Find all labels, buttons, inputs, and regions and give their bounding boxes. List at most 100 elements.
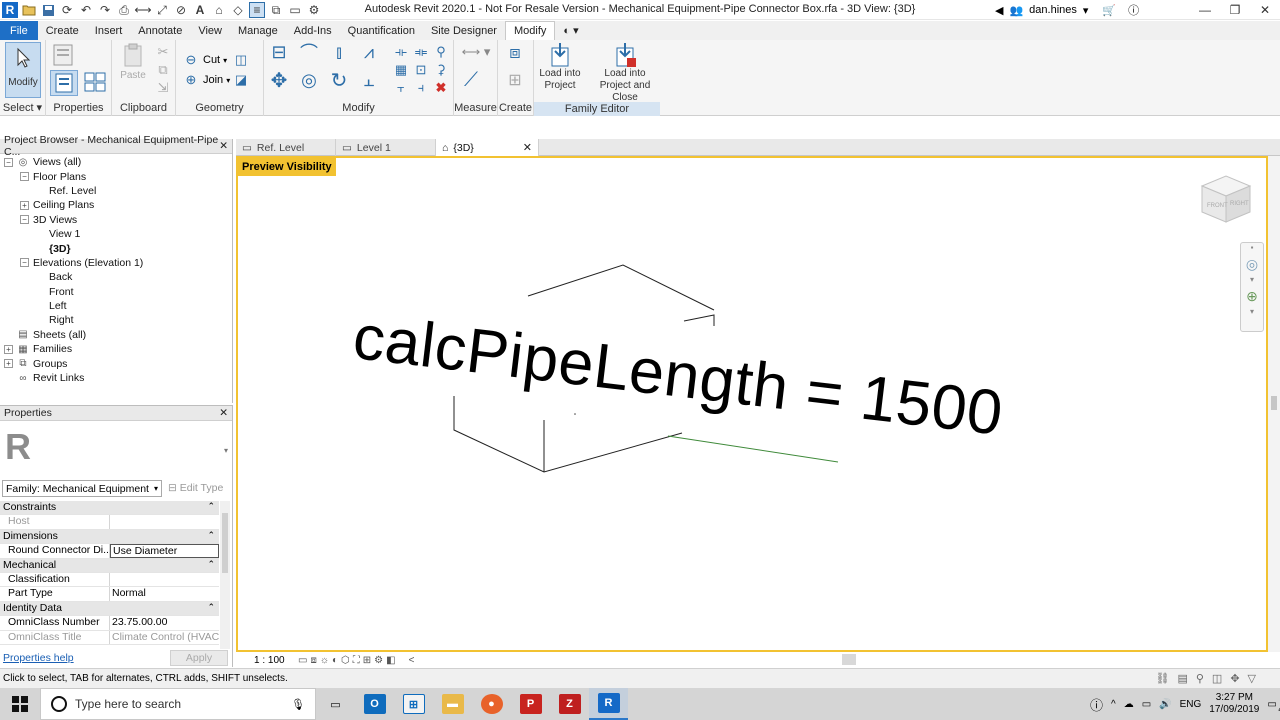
steering-wheel-icon[interactable]: ◎	[1241, 253, 1263, 275]
tab-manage[interactable]: Manage	[230, 21, 286, 40]
property-value[interactable]	[110, 515, 219, 528]
collapse-icon[interactable]: −	[20, 215, 29, 225]
measure-qat-icon[interactable]: ⟷	[134, 2, 151, 18]
view-vertical-scrollbar[interactable]	[1268, 156, 1280, 652]
zoom-region-icon[interactable]: ⊕	[1241, 285, 1263, 307]
drag-elements-icon[interactable]: ✥	[1230, 672, 1239, 685]
property-group-header[interactable]: Constraints ⌃	[0, 501, 219, 516]
store-app-icon[interactable]: ⊞	[394, 688, 433, 720]
tab-file[interactable]: File	[0, 21, 38, 40]
trim-extend-icon[interactable]: ⫠	[360, 70, 378, 90]
collapse-group-icon[interactable]: ⌃	[207, 501, 219, 514]
move-icon[interactable]: ✥	[270, 70, 288, 92]
create-similar-icon[interactable]: ⧈	[506, 42, 524, 62]
paste-button[interactable]: Paste	[118, 42, 148, 82]
close-icon[interactable]: ✕	[219, 140, 228, 152]
properties-scrollbar[interactable]	[220, 501, 230, 649]
help-icon[interactable]: ⓘ	[1090, 695, 1103, 714]
tab-view[interactable]: View	[190, 21, 230, 40]
create-group-icon[interactable]: ⊞	[506, 72, 524, 89]
tab-create[interactable]: Create	[38, 21, 87, 40]
join-geometry-button[interactable]: ⊕ Join ▾	[182, 72, 231, 88]
select-links-icon[interactable]: ⛓	[1155, 672, 1169, 685]
file-explorer-app-icon[interactable]: ▬	[433, 688, 472, 720]
help-icon[interactable]: ⓘ	[1128, 2, 1139, 18]
switch-windows-icon[interactable]: ▭	[287, 2, 303, 18]
cut-geometry-button[interactable]: ⊖ Cut ▾	[182, 52, 228, 68]
tree-node[interactable]: Right	[0, 313, 232, 327]
taskbar-search-input[interactable]: Type here to search 🎙	[40, 688, 316, 720]
settings-icon[interactable]: ⚙	[306, 2, 322, 18]
scrollbar-thumb[interactable]	[1271, 396, 1277, 410]
select-by-face-icon[interactable]: ◫	[1212, 672, 1222, 685]
tree-node[interactable]: Left	[0, 299, 232, 313]
clock[interactable]: 3:27 PM 17/09/2019	[1209, 692, 1259, 716]
property-group-header[interactable]: Identity Data ⌃	[0, 601, 219, 617]
expand-icon[interactable]: +	[4, 344, 13, 354]
property-row[interactable]: Host	[0, 515, 219, 530]
collapse-icon[interactable]: −	[4, 157, 13, 167]
visual-style-icon[interactable]: ⧈	[310, 655, 316, 666]
tab-site-designer[interactable]: Site Designer	[423, 21, 505, 40]
chevron-down-icon[interactable]: ▾	[1241, 275, 1263, 285]
section-qat-icon[interactable]: ◇	[230, 2, 246, 18]
sync-icon[interactable]: ⟳	[59, 2, 75, 18]
tree-node[interactable]: Back	[0, 270, 232, 284]
properties-help-link[interactable]: Properties help	[3, 652, 74, 664]
cut-scissors-icon[interactable]: ✂	[154, 44, 172, 60]
network-icon[interactable]: ▭	[1142, 699, 1151, 710]
chevron-down-icon[interactable]: ▾	[1083, 4, 1089, 17]
pdf-app-icon[interactable]: P	[511, 688, 550, 720]
property-row[interactable]: OmniClass Title Climate Control (HVAC)	[0, 630, 219, 645]
collapse-icon[interactable]: −	[20, 258, 29, 268]
view-scale[interactable]: 1 : 100	[254, 655, 298, 666]
detail-level-icon[interactable]: ▭	[298, 655, 307, 666]
minimize-icon[interactable]: —	[1190, 0, 1220, 20]
tree-node[interactable]: ∞ Revit Links	[0, 371, 232, 385]
rotate-icon[interactable]: ↻	[330, 70, 348, 92]
tab-insert[interactable]: Insert	[87, 21, 131, 40]
type-selector-preview[interactable]: R ▾	[3, 424, 228, 482]
dimension-qat-icon[interactable]: ⤢	[154, 2, 170, 18]
property-value[interactable]: 23.75.00.00	[110, 616, 219, 629]
split-gap-icon[interactable]: ⟚	[412, 44, 430, 60]
mirror-draw-icon[interactable]: ⩘	[360, 42, 378, 62]
close-icon[interactable]: ✕	[1250, 0, 1280, 20]
revit-app-icon[interactable]: R	[2, 2, 18, 18]
outlook-app-icon[interactable]: O	[355, 688, 394, 720]
tree-node[interactable]: + ▦ Families	[0, 342, 232, 356]
open-icon[interactable]	[21, 2, 37, 18]
scrollbar-thumb[interactable]	[222, 513, 228, 573]
close-icon[interactable]: ✕	[523, 141, 532, 154]
copy-icon[interactable]: ⧉	[154, 62, 172, 78]
property-value[interactable]: Climate Control (HVAC)	[110, 631, 219, 644]
volume-icon[interactable]: 🔊	[1159, 699, 1171, 710]
microphone-icon[interactable]: 🎙	[291, 698, 315, 711]
align-icon[interactable]: ⊟	[270, 42, 288, 62]
type-properties-icon[interactable]	[50, 43, 80, 69]
tree-node[interactable]: View 1	[0, 227, 232, 241]
pin-icon[interactable]: ⚲	[432, 44, 450, 60]
ribbon-display-toggle-icon[interactable]: ◐ ▾	[555, 21, 586, 40]
tree-node[interactable]: −3D Views	[0, 213, 232, 227]
tab-quantification[interactable]: Quantification	[340, 21, 423, 40]
match-type-icon[interactable]: ⇲	[154, 80, 172, 96]
load-into-project-close-button[interactable]: Load into Project and Close	[590, 42, 660, 104]
crop-view-icon[interactable]: ⛶	[353, 655, 360, 666]
viewcube[interactable]: FRONT RIGHT	[1196, 172, 1254, 228]
filter-icon[interactable]: ▽	[1248, 672, 1256, 685]
cart-icon[interactable]: 🛒	[1102, 4, 1116, 17]
select-underlay-icon[interactable]: ▤	[1177, 672, 1187, 685]
tab-ref-level[interactable]: ▭ Ref. Level	[236, 139, 336, 156]
tree-node[interactable]: Front	[0, 285, 232, 299]
scale-icon[interactable]: ⊡	[412, 62, 430, 78]
load-into-project-button[interactable]: Load into Project	[536, 42, 584, 92]
user-icon[interactable]: 👥	[1009, 4, 1023, 17]
text-qat-icon[interactable]: A	[192, 2, 208, 18]
property-group-header[interactable]: Dimensions ⌃	[0, 529, 219, 545]
show-crop-icon[interactable]: ⊞	[363, 655, 371, 666]
redo-icon[interactable]: ↷	[97, 2, 113, 18]
render-icon[interactable]: ⬡	[341, 655, 350, 666]
shadows-icon[interactable]: ◐	[332, 655, 338, 666]
language-indicator[interactable]: ENG	[1180, 699, 1202, 710]
